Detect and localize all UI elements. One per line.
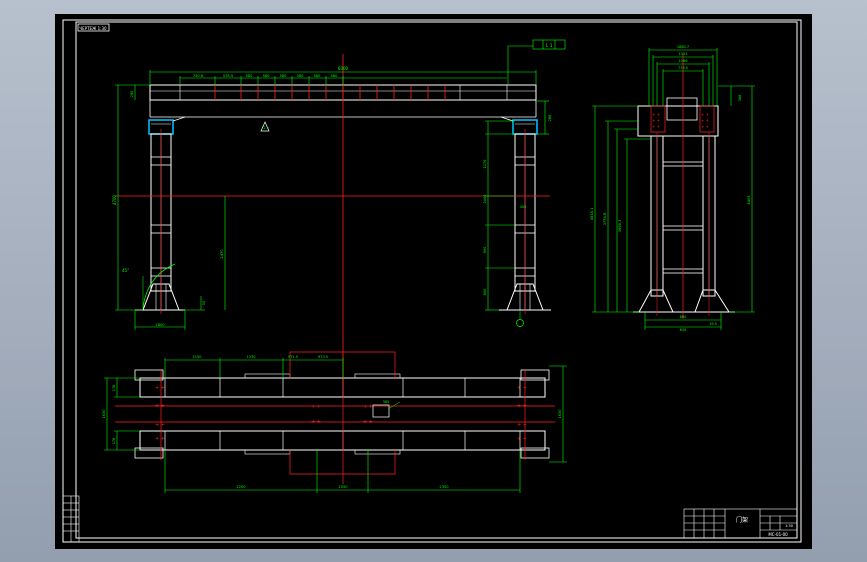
plan-top-dim-2: 1330 bbox=[247, 355, 256, 359]
front-top-dim-4: 580 bbox=[263, 74, 271, 78]
title-scale: 1:30 bbox=[785, 524, 793, 528]
side-dimensions bbox=[592, 48, 755, 330]
plan-view: + + + + + + + + + + + + + + + + + + + + + + + + bbox=[115, 351, 555, 484]
front-overall-span: 6000 bbox=[338, 66, 349, 71]
svg-text:+ +: + + bbox=[701, 124, 709, 129]
side-right-top: 388 bbox=[738, 95, 742, 102]
inner-frame bbox=[75, 21, 798, 539]
front-view: 12.5 45° bbox=[115, 54, 551, 379]
front-dimensions bbox=[115, 39, 566, 330]
svg-text:+ +: + + bbox=[517, 385, 527, 391]
side-height-3: 3698.3 bbox=[618, 220, 622, 233]
front-right-dim-1: 288 bbox=[548, 115, 552, 122]
svg-text:+ +: + + bbox=[701, 118, 709, 123]
front-right-dim-6: 800 bbox=[483, 289, 487, 296]
front-top-flag: 1 1 bbox=[545, 43, 552, 49]
plan-bottom-dim-2: 2550 bbox=[338, 485, 348, 489]
front-right-dim-2: 1176 bbox=[483, 160, 487, 169]
front-right-dim-4: 400 bbox=[520, 205, 527, 209]
svg-text:+ +: + + bbox=[652, 124, 660, 129]
svg-text:+ +: + + bbox=[652, 112, 660, 117]
side-base-dim-1: 800 bbox=[680, 315, 687, 319]
plan-top-dim-1: 1150 bbox=[193, 355, 202, 359]
plan-left-dim-2: 1630 bbox=[102, 410, 106, 419]
plan-beam-top bbox=[139, 377, 546, 398]
title-drawing-no: MC-01-00 bbox=[768, 532, 788, 537]
sheet-tag: ЧЕРТЕЖ 1:30 bbox=[79, 26, 107, 31]
side-base-small: 19.5 bbox=[709, 322, 717, 326]
side-top-dim-4: 776.5 bbox=[678, 66, 688, 70]
plan-bottom-dim-1: 2200 bbox=[236, 485, 246, 489]
drawing-canvas[interactable]: ЧЕРТЕЖ 1:30 12.5 45° 6000 750.6 578.5 58… bbox=[55, 14, 812, 549]
svg-text:+ +: + + bbox=[311, 404, 321, 410]
cad-viewport[interactable]: ЧЕРТЕЖ 1:30 12.5 45° 6000 750.6 578.5 58… bbox=[0, 0, 867, 562]
svg-text:+ +: + + bbox=[155, 436, 165, 442]
front-top-dim-3: 580 bbox=[246, 74, 254, 78]
svg-text:+ +: + + bbox=[155, 422, 165, 428]
front-top-dim-7: 580 bbox=[314, 74, 322, 78]
title-name: 门架 bbox=[736, 516, 748, 524]
center-mark: 12.5 bbox=[261, 126, 269, 130]
front-top-dim-2: 578.5 bbox=[223, 74, 233, 78]
svg-text:+ +: + + bbox=[155, 403, 165, 409]
beam-segments bbox=[214, 85, 446, 100]
plan-center-tag: 385 bbox=[383, 400, 390, 404]
plan-top-dim-4: 973.5 bbox=[318, 355, 328, 359]
front-beam-height: 290 bbox=[130, 91, 134, 98]
front-left-height: 4700 bbox=[112, 194, 117, 205]
side-top-dim-1: 1880.7 bbox=[677, 45, 689, 49]
revision-block bbox=[62, 495, 80, 543]
side-top-dim-2: 1351 bbox=[679, 52, 688, 56]
plan-left-dim-1: 178 bbox=[112, 385, 116, 391]
plan-bottom-dim-3: 2350 bbox=[439, 485, 449, 489]
svg-text:+ +: + + bbox=[363, 404, 373, 410]
svg-text:+ +: + + bbox=[311, 419, 321, 425]
plan-beam-bottom bbox=[139, 430, 546, 451]
front-top-dim-8: 580 bbox=[331, 74, 339, 78]
front-leg-base: 1800 bbox=[155, 323, 165, 327]
svg-text:+ +: + + bbox=[517, 403, 527, 409]
front-top-dim-1: 750.6 bbox=[193, 74, 204, 78]
svg-text:+ +: + + bbox=[701, 112, 709, 117]
side-top-dim-3: 1166 bbox=[679, 59, 688, 63]
side-height-2: 3774.8 bbox=[603, 212, 607, 225]
svg-text:+ +: + + bbox=[652, 118, 660, 123]
side-base-dim-2: 630 bbox=[680, 328, 687, 332]
side-view: + ++ ++ + + ++ ++ + bbox=[633, 54, 735, 319]
front-right-dim-3: 2400 bbox=[483, 195, 487, 204]
plan-left-dim-3: 178 bbox=[112, 438, 116, 444]
front-leg-small: 50 bbox=[202, 301, 206, 305]
svg-text:+ +: + + bbox=[155, 385, 165, 391]
front-right-dim-5: 900 bbox=[483, 247, 487, 254]
plan-right-dim: 1630 bbox=[558, 410, 562, 419]
svg-text:+ +: + + bbox=[517, 436, 527, 442]
side-right-dim: 4405 bbox=[747, 195, 751, 204]
svg-text:+ +: + + bbox=[363, 419, 373, 425]
side-height-1: 4514.1 bbox=[590, 208, 594, 221]
front-top-dim-6: 580 bbox=[297, 74, 305, 78]
front-leg-mid: 2470 bbox=[220, 249, 224, 259]
front-top-dim-5: 580 bbox=[280, 74, 288, 78]
engineering-drawing: ЧЕРТЕЖ 1:30 12.5 45° 6000 750.6 578.5 58… bbox=[62, 19, 802, 543]
angle-note: 45° bbox=[122, 268, 129, 273]
svg-text:+ +: + + bbox=[517, 422, 527, 428]
plan-top-dim-3: 971.5 bbox=[288, 355, 298, 359]
